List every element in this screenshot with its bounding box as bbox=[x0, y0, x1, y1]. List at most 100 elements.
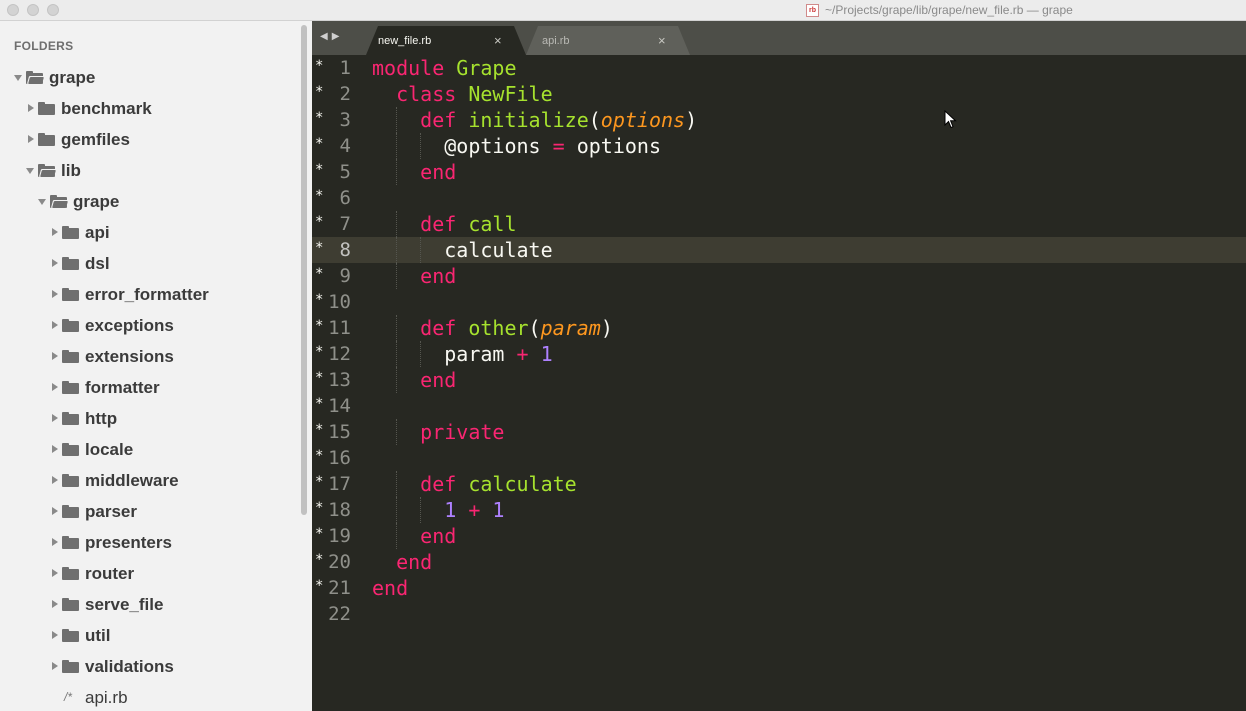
code-line[interactable]: * 6 bbox=[312, 185, 1246, 211]
code-text: def calculate bbox=[420, 471, 577, 497]
folder-item-benchmark[interactable]: benchmark bbox=[0, 93, 300, 124]
code-editor[interactable]: * 1 module Grape * 2 class NewFile * 3 def initi… bbox=[312, 55, 1246, 711]
tab-nav-arrows[interactable]: ◀▶ bbox=[320, 31, 343, 42]
code-line[interactable]: * 10 bbox=[312, 289, 1246, 315]
folder-item-validations[interactable]: validations bbox=[0, 651, 300, 682]
nav-back-icon[interactable]: ◀ bbox=[320, 31, 332, 42]
code-line[interactable]: * 20 end bbox=[312, 549, 1246, 575]
code-line[interactable]: * 16 bbox=[312, 445, 1246, 471]
ruby-file-icon: rb bbox=[806, 4, 819, 17]
folder-item-api[interactable]: api bbox=[0, 217, 300, 248]
disclosure-collapsed-icon[interactable] bbox=[50, 465, 60, 496]
disclosure-collapsed-icon[interactable] bbox=[50, 403, 60, 434]
disclosure-collapsed-icon[interactable] bbox=[50, 279, 60, 310]
code-line[interactable]: * 8 calculate bbox=[312, 237, 1246, 263]
disclosure-collapsed-icon[interactable] bbox=[50, 558, 60, 589]
line-number: 21 bbox=[328, 577, 351, 599]
folder-item-http[interactable]: http bbox=[0, 403, 300, 434]
tab-new-file-rb[interactable]: new_file.rb × bbox=[366, 26, 526, 55]
close-tab-icon[interactable]: × bbox=[658, 33, 666, 48]
folder-item-locale[interactable]: locale bbox=[0, 434, 300, 465]
code-token: private bbox=[420, 420, 505, 444]
code-line[interactable]: * 15 private bbox=[312, 419, 1246, 445]
code-line[interactable]: 22 bbox=[312, 601, 1246, 627]
tree-item-label: router bbox=[85, 564, 135, 583]
folder-icon bbox=[62, 505, 79, 518]
code-line[interactable]: * 1 module Grape bbox=[312, 55, 1246, 81]
folder-item-grape[interactable]: grape bbox=[0, 62, 300, 93]
nav-forward-icon[interactable]: ▶ bbox=[332, 31, 344, 42]
code-token: ( bbox=[588, 108, 601, 132]
folder-item-error-formatter[interactable]: error_formatter bbox=[0, 279, 300, 310]
disclosure-collapsed-icon[interactable] bbox=[50, 217, 60, 248]
code-token: initialize bbox=[468, 108, 589, 132]
disclosure-collapsed-icon[interactable] bbox=[50, 527, 60, 558]
line-number: 13 bbox=[328, 369, 351, 391]
indent-guide bbox=[396, 367, 398, 393]
folder-item-lib[interactable]: lib bbox=[0, 155, 300, 186]
folder-icon bbox=[62, 598, 79, 611]
code-line[interactable]: * 9 end bbox=[312, 263, 1246, 289]
folder-item-presenters[interactable]: presenters bbox=[0, 527, 300, 558]
disclosure-collapsed-icon[interactable] bbox=[26, 124, 36, 155]
indent-guide bbox=[396, 107, 398, 133]
close-window-button[interactable] bbox=[7, 4, 19, 16]
code-line[interactable]: * 21 end bbox=[312, 575, 1246, 601]
folder-item-util[interactable]: util bbox=[0, 620, 300, 651]
code-text: calculate bbox=[444, 237, 552, 263]
code-line[interactable]: * 19 end bbox=[312, 523, 1246, 549]
line-number: 17 bbox=[328, 473, 351, 495]
indent-guide bbox=[396, 471, 398, 497]
code-token: options bbox=[564, 134, 661, 158]
indent-guide bbox=[396, 523, 398, 549]
sidebar-scrollbar[interactable] bbox=[301, 25, 307, 515]
file-item-api-rb[interactable]: /* api.rb bbox=[0, 682, 300, 711]
indent-guide bbox=[396, 497, 398, 523]
code-line[interactable]: * 14 bbox=[312, 393, 1246, 419]
folder-item-gemfiles[interactable]: gemfiles bbox=[0, 124, 300, 155]
code-line[interactable]: * 5 end bbox=[312, 159, 1246, 185]
tab-api-rb[interactable]: api.rb × bbox=[526, 26, 690, 55]
code-line[interactable]: * 12 param + 1 bbox=[312, 341, 1246, 367]
disclosure-collapsed-icon[interactable] bbox=[26, 93, 36, 124]
code-line[interactable]: * 17 def calculate bbox=[312, 471, 1246, 497]
disclosure-collapsed-icon[interactable] bbox=[50, 248, 60, 279]
disclosure-expanded-icon[interactable] bbox=[14, 62, 24, 93]
code-line[interactable]: * 18 1 + 1 bbox=[312, 497, 1246, 523]
folder-item-grape[interactable]: grape bbox=[0, 186, 300, 217]
line-number: 22 bbox=[328, 603, 351, 625]
tree-item-label: benchmark bbox=[61, 99, 152, 118]
code-line[interactable]: * 7 def call bbox=[312, 211, 1246, 237]
disclosure-collapsed-icon[interactable] bbox=[50, 434, 60, 465]
disclosure-collapsed-icon[interactable] bbox=[50, 651, 60, 682]
folder-item-dsl[interactable]: dsl bbox=[0, 248, 300, 279]
disclosure-expanded-icon[interactable] bbox=[38, 186, 48, 217]
code-line[interactable]: * 11 def other(param) bbox=[312, 315, 1246, 341]
tab-bar: ◀▶ new_file.rb × api.rb × bbox=[312, 21, 1246, 55]
code-line[interactable]: * 13 end bbox=[312, 367, 1246, 393]
code-text: end bbox=[396, 549, 432, 575]
disclosure-collapsed-icon[interactable] bbox=[50, 372, 60, 403]
zoom-window-button[interactable] bbox=[47, 4, 59, 16]
code-line[interactable]: * 3 def initialize(options) bbox=[312, 107, 1246, 133]
code-token: 1 bbox=[492, 498, 505, 522]
folder-item-extensions[interactable]: extensions bbox=[0, 341, 300, 372]
folder-item-parser[interactable]: parser bbox=[0, 496, 300, 527]
close-tab-icon[interactable]: × bbox=[494, 33, 502, 48]
folder-item-exceptions[interactable]: exceptions bbox=[0, 310, 300, 341]
folder-item-middleware[interactable]: middleware bbox=[0, 465, 300, 496]
minimize-window-button[interactable] bbox=[27, 4, 39, 16]
disclosure-collapsed-icon[interactable] bbox=[50, 620, 60, 651]
folder-item-formatter[interactable]: formatter bbox=[0, 372, 300, 403]
indent-guide bbox=[420, 237, 422, 263]
disclosure-collapsed-icon[interactable] bbox=[50, 341, 60, 372]
folder-item-serve-file[interactable]: serve_file bbox=[0, 589, 300, 620]
disclosure-collapsed-icon[interactable] bbox=[50, 589, 60, 620]
code-token: Grape bbox=[456, 56, 517, 80]
disclosure-expanded-icon[interactable] bbox=[26, 155, 36, 186]
disclosure-collapsed-icon[interactable] bbox=[50, 496, 60, 527]
disclosure-collapsed-icon[interactable] bbox=[50, 310, 60, 341]
code-line[interactable]: * 4 @options = options bbox=[312, 133, 1246, 159]
code-line[interactable]: * 2 class NewFile bbox=[312, 81, 1246, 107]
folder-item-router[interactable]: router bbox=[0, 558, 300, 589]
